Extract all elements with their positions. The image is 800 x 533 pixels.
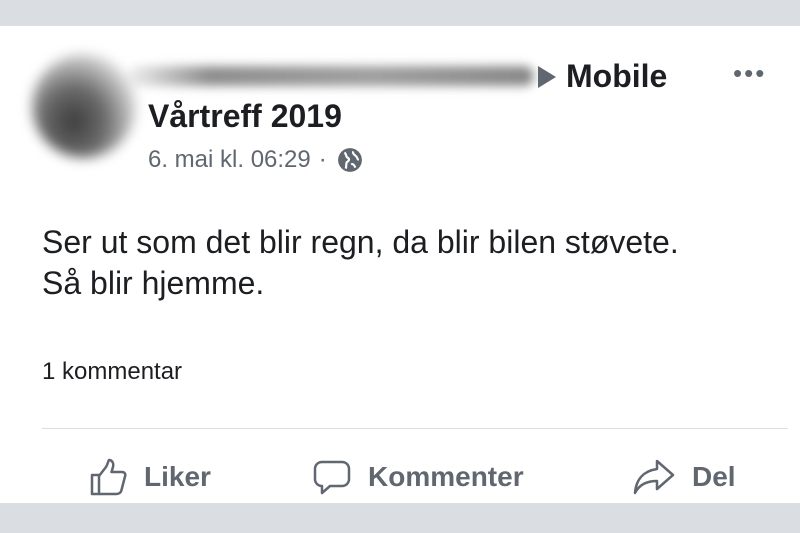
avatar-blurred[interactable] xyxy=(32,54,136,158)
triangle-right-icon xyxy=(538,66,556,88)
post-text-line: Så blir hjemme. xyxy=(42,265,265,301)
post-text: Ser ut som det blir regn, da blir bilen … xyxy=(42,222,782,304)
post-meta: 6. mai kl. 06:29 · xyxy=(148,144,363,176)
comment-count[interactable]: 1 kommentar xyxy=(42,356,182,388)
more-options-icon[interactable]: ••• xyxy=(733,58,766,88)
globe-icon[interactable] xyxy=(337,147,363,173)
group-name[interactable]: Vårtreff 2019 xyxy=(148,96,342,136)
feed-separator-bottom xyxy=(0,503,800,533)
meta-separator: · xyxy=(318,146,327,173)
share-arrow-icon xyxy=(633,459,675,495)
post-timestamp[interactable]: 6. mai kl. 06:29 xyxy=(148,144,311,176)
post-card: Mobile ••• Vårtreff 2019 6. mai kl. 06:2… xyxy=(0,26,800,503)
share-button[interactable]: Del xyxy=(632,452,736,502)
like-button[interactable]: Liker xyxy=(88,452,211,502)
comment-bubble-icon xyxy=(313,460,351,495)
post-via-label[interactable]: Mobile xyxy=(566,56,667,96)
thumbs-up-icon xyxy=(90,458,127,496)
divider xyxy=(42,428,788,429)
feed-separator-top xyxy=(0,0,800,26)
share-label: Del xyxy=(692,461,736,492)
post-text-line: Ser ut som det blir regn, da blir bilen … xyxy=(42,224,679,260)
author-name-blurred[interactable] xyxy=(128,66,534,86)
like-label: Liker xyxy=(144,461,211,492)
comment-button[interactable]: Kommenter xyxy=(312,452,524,502)
comment-label: Kommenter xyxy=(368,461,524,492)
